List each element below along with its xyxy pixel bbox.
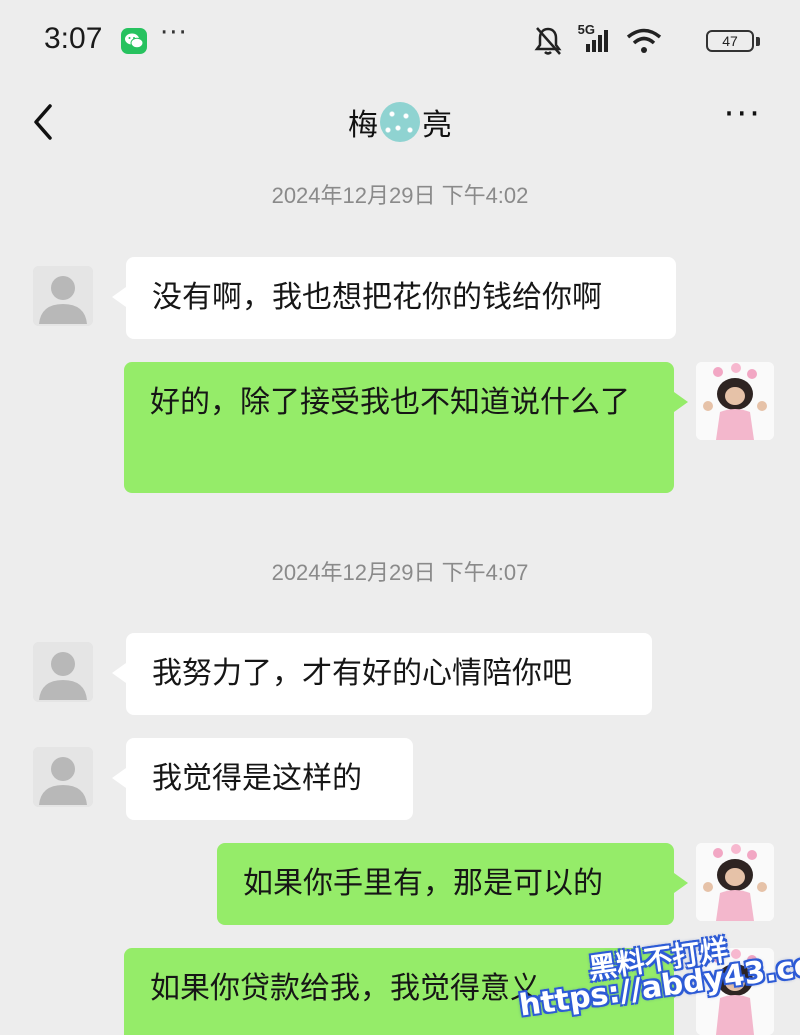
message-bubble-outgoing[interactable]: 如果你手里有，那是可以的 bbox=[217, 843, 688, 925]
message-text: 没有啊，我也想把花你的钱给你啊 bbox=[152, 280, 602, 315]
contact-avatar[interactable] bbox=[33, 266, 93, 326]
contact-avatar[interactable] bbox=[33, 747, 93, 807]
profile-photo-icon bbox=[696, 948, 774, 1035]
user-avatar[interactable] bbox=[696, 362, 774, 440]
wifi-icon bbox=[626, 28, 662, 58]
status-icons: 5G 47 bbox=[520, 22, 760, 60]
battery-tip bbox=[756, 37, 760, 46]
message-bubble-incoming[interactable]: 我觉得是这样的 bbox=[112, 738, 413, 820]
message-bubble-incoming[interactable]: 没有啊，我也想把花你的钱给你啊 bbox=[112, 257, 676, 339]
title-last-char: 亮 bbox=[422, 108, 452, 143]
user-avatar[interactable] bbox=[696, 948, 774, 1035]
contact-avatar[interactable] bbox=[33, 642, 93, 702]
status-bar: 3:07 ··· 5G 47 bbox=[0, 0, 800, 80]
timestamp: 2024年12月29日 下午4:02 bbox=[271, 183, 529, 208]
message-text: 如果你贷款给我，我觉得意义 bbox=[150, 971, 540, 1006]
profile-photo-icon bbox=[696, 843, 774, 921]
battery-icon: 47 bbox=[706, 30, 754, 52]
signal-icon bbox=[586, 30, 610, 56]
default-avatar-icon bbox=[33, 642, 93, 702]
message-bubble-outgoing[interactable]: 好的，除了接受我也不知道说什么了 bbox=[124, 362, 688, 493]
default-avatar-icon bbox=[33, 747, 93, 807]
chat-header: 梅亮 ··· bbox=[0, 80, 800, 168]
timestamp: 2024年12月29日 下午4:07 bbox=[271, 560, 529, 585]
message-bubble-outgoing[interactable]: 如果你贷款给我，我觉得意义 bbox=[124, 948, 688, 1035]
bell-muted-icon bbox=[534, 26, 562, 60]
more-options-button[interactable]: ··· bbox=[724, 94, 762, 134]
message-text: 我努力了，才有好的心情陪你吧 bbox=[152, 656, 572, 691]
name-mosaic bbox=[380, 102, 420, 142]
title-first-char: 梅 bbox=[348, 108, 378, 143]
chat-title: 梅亮 bbox=[0, 100, 800, 144]
message-text: 如果你手里有，那是可以的 bbox=[243, 866, 603, 901]
status-time: 3:07 bbox=[44, 22, 103, 55]
message-text: 我觉得是这样的 bbox=[152, 761, 362, 796]
message-bubble-incoming[interactable]: 我努力了，才有好的心情陪你吧 bbox=[112, 633, 652, 715]
message-text: 好的，除了接受我也不知道说什么了 bbox=[150, 385, 630, 420]
status-more-icon: ··· bbox=[160, 18, 188, 48]
wechat-icon bbox=[121, 28, 147, 54]
default-avatar-icon bbox=[33, 266, 93, 326]
profile-photo-icon bbox=[696, 362, 774, 440]
user-avatar[interactable] bbox=[696, 843, 774, 921]
